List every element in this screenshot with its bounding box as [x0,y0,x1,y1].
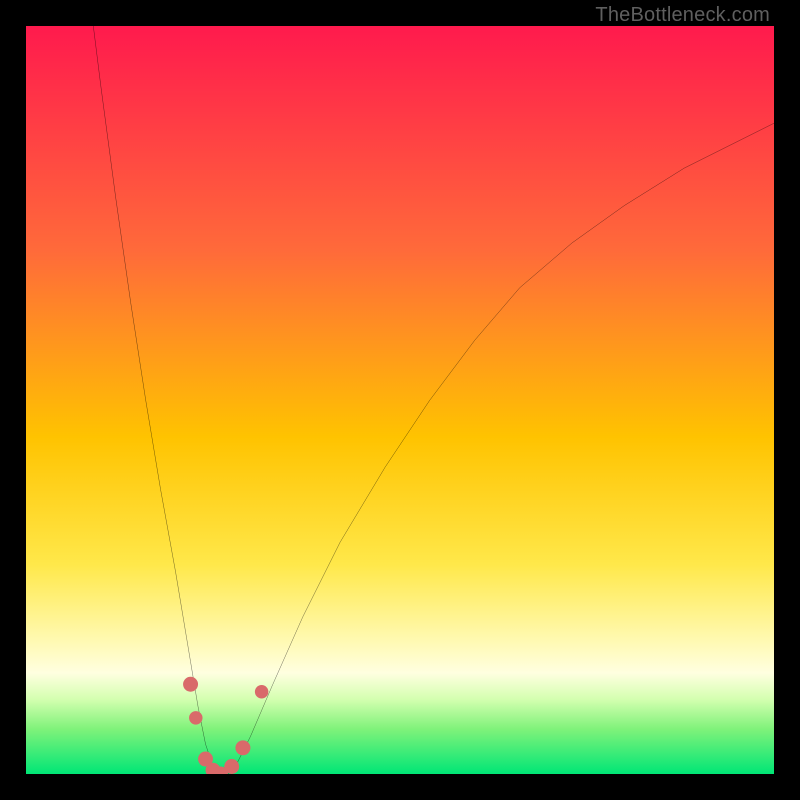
curve-marker [235,740,250,755]
watermark-text: TheBottleneck.com [595,4,770,27]
curve-marker [255,685,268,698]
chart-plot-area [26,26,774,774]
curve-markers [183,677,268,774]
curve-marker [183,677,198,692]
bottleneck-curve [93,26,774,774]
chart-curve-layer [26,26,774,774]
chart-frame [26,26,774,774]
curve-marker [224,759,239,774]
curve-marker [189,711,202,724]
